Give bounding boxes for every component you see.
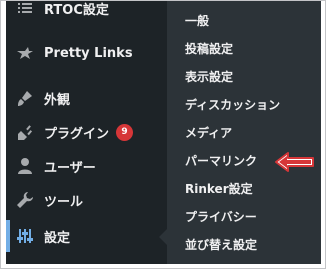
wrench-icon — [15, 190, 35, 210]
submenu-item-label: 一般 — [185, 13, 210, 28]
star-icon — [15, 43, 35, 63]
settings-icon — [15, 226, 35, 246]
submenu-item-writing[interactable]: 投稿設定 — [185, 37, 233, 59]
list-icon — [15, 1, 35, 18]
submenu-item-privacy[interactable]: プライバシー — [185, 205, 257, 227]
submenu-item-permalinks[interactable]: パーマリンク — [185, 149, 257, 171]
admin-menu-screenshot: RTOC設定 Pretty Links 外観 プラグイン 9 ユーザー ツール … — [0, 0, 326, 269]
menu-item-label: Pretty Links — [44, 45, 133, 61]
submenu-item-label: 投稿設定 — [185, 41, 234, 56]
menu-item-label: プラグイン — [44, 126, 110, 142]
menu-item-label: 外観 — [44, 92, 71, 108]
submenu-item-label: パーマリンク — [185, 153, 258, 168]
submenu-item-media[interactable]: メディア — [185, 121, 232, 143]
submenu-item-label: 表示設定 — [185, 69, 234, 84]
menu-item-label: 設定 — [44, 230, 71, 246]
submenu-item-general[interactable]: 一般 — [185, 9, 209, 31]
submenu-item-reorder[interactable]: 並び替え設定 — [185, 233, 257, 255]
submenu-item-reading[interactable]: 表示設定 — [185, 65, 233, 87]
submenu-item-label: 並び替え設定 — [185, 237, 258, 252]
menu-item-settings[interactable]: 設定 — [6, 219, 167, 253]
submenu-item-label: ディスカッション — [185, 97, 281, 112]
annotation-arrow-icon — [275, 152, 314, 172]
submenu-item-label: Rinker設定 — [185, 181, 253, 196]
plugin-icon — [15, 122, 35, 142]
submenu-item-label: メディア — [185, 125, 233, 140]
menu-item-pretty-links[interactable]: Pretty Links — [6, 36, 167, 70]
menu-item-tools[interactable]: ツール — [6, 183, 167, 217]
submenu-item-label: プライバシー — [185, 209, 257, 224]
menu-item-users[interactable]: ユーザー — [6, 149, 167, 183]
paintbrush-icon — [15, 88, 35, 108]
menu-item-rtoc[interactable]: RTOC設定 — [6, 1, 167, 25]
user-icon — [15, 156, 35, 176]
menu-item-label: ユーザー — [44, 160, 96, 176]
submenu-item-rinker[interactable]: Rinker設定 — [185, 177, 253, 199]
menu-item-plugins[interactable]: プラグイン 9 — [6, 115, 167, 149]
submenu-item-discussion[interactable]: ディスカッション — [185, 93, 280, 115]
menu-item-label: RTOC設定 — [44, 2, 109, 18]
menu-item-label: ツール — [44, 194, 84, 210]
update-count-badge: 9 — [116, 123, 134, 141]
menu-item-appearance[interactable]: 外観 — [6, 81, 167, 115]
